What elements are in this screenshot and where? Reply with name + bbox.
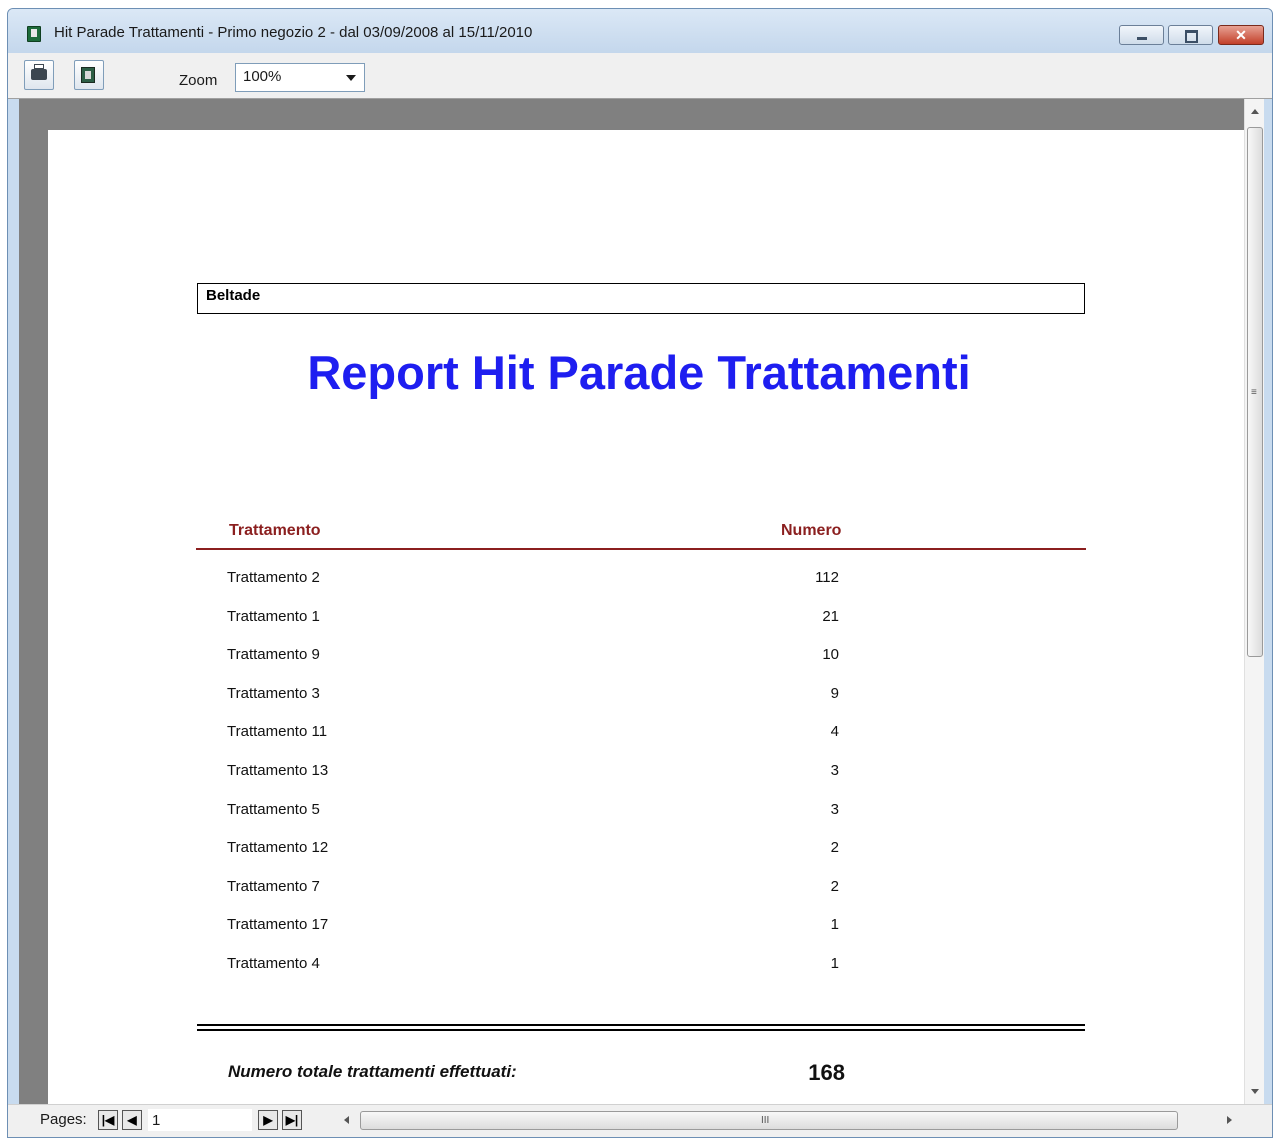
table-row: Trattamento 12 2 xyxy=(48,831,1244,870)
table-row: Trattamento 3 9 xyxy=(48,677,1244,716)
company-name: Beltade xyxy=(206,287,261,304)
window-title: Hit Parade Trattamenti - Primo negozio 2… xyxy=(54,24,533,41)
status-bar: Pages: |◀ ◀ ▶ ▶| III xyxy=(8,1104,1272,1137)
pages-label: Pages: xyxy=(40,1111,87,1128)
row-count: 9 xyxy=(830,684,839,702)
row-count: 1 xyxy=(830,954,839,972)
row-name: Trattamento 12 xyxy=(227,839,329,857)
grip-icon: ≡ xyxy=(1251,387,1257,398)
minimize-button[interactable] xyxy=(1119,25,1164,45)
report-title: Report Hit Parade Trattamenti xyxy=(307,346,971,399)
scroll-down-icon[interactable] xyxy=(1251,1089,1259,1094)
last-page-button[interactable]: ▶| xyxy=(282,1110,302,1130)
close-icon: ✕ xyxy=(1235,27,1247,43)
report-page: Beltade Report Hit Parade Trattamenti Tr… xyxy=(48,130,1244,1104)
report-viewer-window: Hit Parade Trattamenti - Primo negozio 2… xyxy=(7,8,1273,1138)
previous-page-button[interactable]: ◀ xyxy=(122,1110,142,1130)
print-button[interactable] xyxy=(24,60,54,90)
export-button[interactable] xyxy=(74,60,104,90)
grip-icon: III xyxy=(761,1115,770,1126)
table-row: Trattamento 17 1 xyxy=(48,908,1244,947)
row-name: Trattamento 13 xyxy=(227,761,329,779)
vertical-scrollbar[interactable]: ≡ xyxy=(1244,99,1264,1104)
row-name: Trattamento 4 xyxy=(227,954,320,972)
row-name: Trattamento 3 xyxy=(227,684,320,702)
export-icon xyxy=(81,67,95,83)
column-header-trattamento: Trattamento xyxy=(229,522,321,539)
zoom-select[interactable]: 100% xyxy=(235,63,365,92)
maximize-button[interactable] xyxy=(1168,25,1213,45)
report-preview-area: Beltade Report Hit Parade Trattamenti Tr… xyxy=(19,99,1244,1104)
horizontal-scrollbar[interactable]: III xyxy=(338,1110,1238,1132)
total-divider xyxy=(197,1024,1085,1031)
row-name: Trattamento 2 xyxy=(227,569,320,586)
table-row: Trattamento 5 3 xyxy=(48,793,1244,832)
row-name: Trattamento 11 xyxy=(227,723,328,741)
table-row: Trattamento 11 4 xyxy=(48,715,1244,754)
next-page-button[interactable]: ▶ xyxy=(258,1110,278,1130)
header-divider xyxy=(196,548,1086,550)
table-row: Trattamento 9 10 xyxy=(48,638,1244,677)
page-number-input[interactable] xyxy=(148,1109,252,1131)
row-count: 4 xyxy=(830,723,839,741)
total-label: Numero totale trattamenti effettuati: xyxy=(228,1062,517,1081)
vertical-scroll-thumb[interactable]: ≡ xyxy=(1247,127,1263,657)
row-count: 112 xyxy=(815,569,839,586)
row-name: Trattamento 9 xyxy=(227,646,320,664)
row-count: 21 xyxy=(822,607,839,625)
total-value: 168 xyxy=(808,1060,845,1085)
toolbar: Zoom 100% xyxy=(8,53,1272,99)
first-page-button[interactable]: |◀ xyxy=(98,1110,118,1130)
printer-icon xyxy=(31,64,47,80)
close-button[interactable]: ✕ xyxy=(1218,25,1264,45)
scroll-up-icon[interactable] xyxy=(1251,109,1259,114)
table-row: Trattamento 7 2 xyxy=(48,870,1244,909)
zoom-label: Zoom xyxy=(179,72,218,89)
row-count: 3 xyxy=(830,800,839,818)
row-count: 3 xyxy=(830,761,839,779)
table-row: Trattamento 13 3 xyxy=(48,754,1244,793)
row-count: 10 xyxy=(822,646,839,664)
row-name: Trattamento 7 xyxy=(227,877,320,895)
row-name: Trattamento 17 xyxy=(227,916,329,934)
column-header-numero: Numero xyxy=(781,522,842,539)
scroll-left-icon[interactable] xyxy=(344,1116,349,1124)
table-row: Trattamento 4 1 xyxy=(48,947,1244,986)
row-count: 2 xyxy=(830,839,839,857)
report-rows: Trattamento 2 112 Trattamento 1 21 Trattam… xyxy=(48,561,1244,986)
row-count: 1 xyxy=(830,916,839,934)
scroll-right-icon[interactable] xyxy=(1227,1116,1232,1124)
horizontal-scroll-thumb[interactable]: III xyxy=(360,1111,1178,1130)
zoom-value: 100% xyxy=(243,68,282,85)
row-name: Trattamento 5 xyxy=(227,800,320,818)
table-row: Trattamento 1 21 xyxy=(48,600,1244,639)
company-box: Beltade xyxy=(197,283,1085,314)
title-bar[interactable]: Hit Parade Trattamenti - Primo negozio 2… xyxy=(8,9,1272,53)
app-book-icon xyxy=(27,26,41,42)
row-name: Trattamento 1 xyxy=(227,607,320,625)
chevron-down-icon[interactable] xyxy=(346,75,356,81)
row-count: 2 xyxy=(830,877,839,895)
table-row: Trattamento 2 112 xyxy=(48,561,1244,600)
